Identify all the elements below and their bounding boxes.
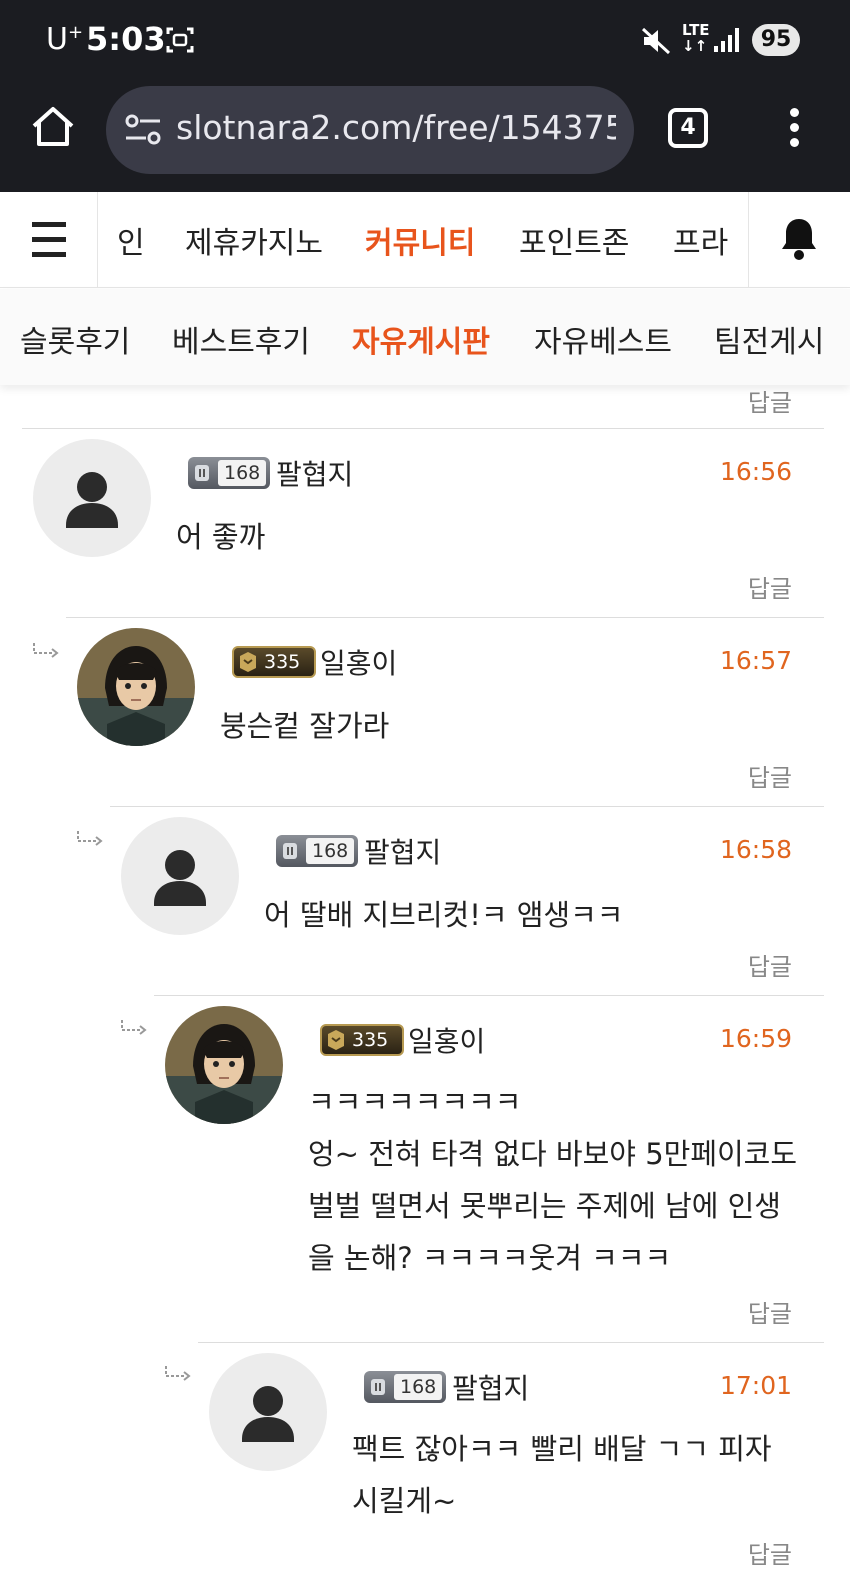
mute-icon bbox=[641, 27, 671, 55]
url-text: slotnara2.com/free/1543757 bbox=[176, 108, 616, 147]
avatar[interactable] bbox=[165, 1006, 283, 1124]
reply-button[interactable]: 답글 bbox=[748, 758, 792, 793]
signal-icon bbox=[714, 28, 739, 52]
nickname[interactable]: 일홍이 bbox=[408, 1020, 485, 1060]
default-user-icon bbox=[242, 1386, 294, 1442]
comment-text: 어 딸배 지브리컷!ㅋ 앰생ㅋㅋ bbox=[264, 898, 624, 932]
site-settings-icon[interactable] bbox=[124, 112, 162, 148]
browser-toolbar: slotnara2.com/free/1543757 4 bbox=[0, 82, 850, 192]
subnav-slot-review[interactable]: 슬롯후기 bbox=[20, 317, 130, 361]
comment-list: 답글 168 팔협지 16:56 어 좋까 답글 335 일홍이 16:57 붕… bbox=[0, 385, 850, 1576]
subnav-team-board[interactable]: 팀전게시 bbox=[714, 317, 824, 361]
tab-switcher-button[interactable]: 4 bbox=[668, 108, 708, 148]
level-icon bbox=[328, 1030, 344, 1050]
default-user-icon bbox=[154, 850, 206, 906]
comment-time: 16:56 bbox=[719, 457, 792, 486]
reply-button[interactable]: 답글 bbox=[748, 947, 792, 982]
comment-text: ㅋㅋㅋㅋㅋㅋㅋㅋ 엉~ 전혀 타격 없다 바보야 5만페이코도 벌벌 떨면서 못… bbox=[308, 1076, 808, 1284]
comment-time: 16:58 bbox=[719, 835, 792, 864]
nav-item-community[interactable]: 커뮤니티 bbox=[365, 218, 475, 262]
reply-button[interactable]: 답글 bbox=[748, 1535, 792, 1570]
comment-item: 168 팔협지 17:01 팩트 잖아ㅋㅋ 빨리 배달 ㄱㄱ 피자 시킬게~ 답… bbox=[198, 1342, 824, 1576]
nickname[interactable]: 팔협지 bbox=[364, 831, 441, 871]
comment-time: 16:59 bbox=[719, 1024, 792, 1053]
level-icon bbox=[195, 465, 209, 481]
level-badge: 168 bbox=[364, 1371, 446, 1403]
carrier-label: U+ bbox=[46, 22, 84, 57]
reply-button[interactable]: 답글 bbox=[748, 385, 792, 418]
level-badge: 168 bbox=[276, 835, 358, 867]
anime-avatar-icon bbox=[77, 628, 195, 746]
comment-time: 16:57 bbox=[719, 646, 792, 675]
reply-arrow-icon bbox=[77, 831, 103, 846]
comment-text: 붕슨컽 잘가라 bbox=[220, 709, 390, 743]
screenshot-icon bbox=[166, 27, 194, 53]
nav-item-partial-end[interactable]: 프라 bbox=[673, 218, 728, 262]
comment-text: 팩트 잖아ㅋㅋ 빨리 배달 ㄱㄱ 피자 시킬게~ bbox=[352, 1423, 812, 1527]
reply-arrow-icon bbox=[165, 1366, 191, 1381]
nav-item-partner-casino[interactable]: 제휴카지노 bbox=[185, 218, 323, 262]
comment-item: 335 일홍이 16:59 ㅋㅋㅋㅋㅋㅋㅋㅋ 엉~ 전혀 타격 없다 바보야 5… bbox=[154, 995, 824, 1342]
battery-indicator: 95 bbox=[752, 24, 800, 56]
more-options-icon[interactable] bbox=[784, 104, 804, 152]
avatar[interactable] bbox=[121, 817, 239, 935]
comment-item: 335 일홍이 16:57 붕슨컽 잘가라 답글 bbox=[66, 617, 824, 806]
sub-nav: 슬롯후기 베스트후기 자유게시판 자유베스트 팀전게시 bbox=[0, 289, 850, 385]
reply-button[interactable]: 답글 bbox=[748, 569, 792, 604]
anime-avatar-icon bbox=[165, 1006, 283, 1124]
avatar[interactable] bbox=[33, 439, 151, 557]
comment-line: 엉~ 전혀 타격 없다 바보야 5만페이코도 bbox=[308, 1137, 798, 1171]
comment-line: 시킬게~ bbox=[352, 1484, 457, 1518]
level-icon bbox=[371, 1379, 385, 1395]
nickname[interactable]: 팔협지 bbox=[276, 453, 353, 493]
avatar[interactable] bbox=[77, 628, 195, 746]
comment-line: 벌벌 떨면서 못뿌리는 주제에 남에 인생 bbox=[308, 1189, 781, 1223]
comment-line: ㅋㅋㅋㅋㅋㅋㅋㅋ bbox=[308, 1085, 522, 1119]
lte-icon: LTE ↓↑ bbox=[682, 21, 710, 55]
hamburger-menu-icon[interactable] bbox=[0, 192, 98, 288]
clock: 5:03 bbox=[86, 20, 166, 58]
comment-line: 을 논해? ㅋㅋㅋㅋ웃겨 ㅋㅋㅋ bbox=[308, 1241, 672, 1275]
nickname[interactable]: 일홍이 bbox=[320, 642, 397, 682]
comment-item: 168 팔협지 16:56 어 좋까 답글 bbox=[22, 428, 824, 617]
reply-button[interactable]: 답글 bbox=[748, 1294, 792, 1329]
comment-line: 팩트 잖아ㅋㅋ 빨리 배달 ㄱㄱ 피자 bbox=[352, 1432, 772, 1466]
level-badge: 335 bbox=[232, 646, 316, 678]
subnav-best-review[interactable]: 베스트후기 bbox=[172, 317, 310, 361]
nav-item-point-zone[interactable]: 포인트존 bbox=[519, 218, 629, 262]
comment-text: 어 좋까 bbox=[176, 520, 266, 554]
reply-arrow-icon bbox=[121, 1020, 147, 1035]
comment-time: 17:01 bbox=[719, 1371, 792, 1400]
status-bar: U+ 5:03 LTE ↓↑ 95 bbox=[0, 0, 850, 82]
home-icon[interactable] bbox=[30, 104, 76, 150]
comment-item: 168 팔협지 16:58 어 딸배 지브리컷!ㅋ 앰생ㅋㅋ 답글 bbox=[110, 806, 824, 995]
level-badge: 335 bbox=[320, 1024, 404, 1056]
subnav-free-board[interactable]: 자유게시판 bbox=[352, 317, 490, 361]
subnav-free-best[interactable]: 자유베스트 bbox=[534, 317, 672, 361]
level-icon bbox=[240, 652, 256, 672]
main-nav-scroller[interactable]: 인 제휴카지노 커뮤니티 포인트존 프라 bbox=[99, 192, 747, 288]
reply-arrow-icon bbox=[33, 643, 59, 658]
notification-bell-icon[interactable] bbox=[748, 192, 850, 288]
avatar[interactable] bbox=[209, 1353, 327, 1471]
default-user-icon bbox=[66, 472, 118, 528]
main-nav: 인 제휴카지노 커뮤니티 포인트존 프라 bbox=[0, 192, 850, 288]
level-icon bbox=[283, 843, 297, 859]
address-bar[interactable]: slotnara2.com/free/1543757 bbox=[106, 86, 634, 174]
nav-item-partial[interactable]: 인 bbox=[117, 218, 145, 262]
nickname[interactable]: 팔협지 bbox=[452, 1367, 529, 1407]
level-badge: 168 bbox=[188, 457, 270, 489]
